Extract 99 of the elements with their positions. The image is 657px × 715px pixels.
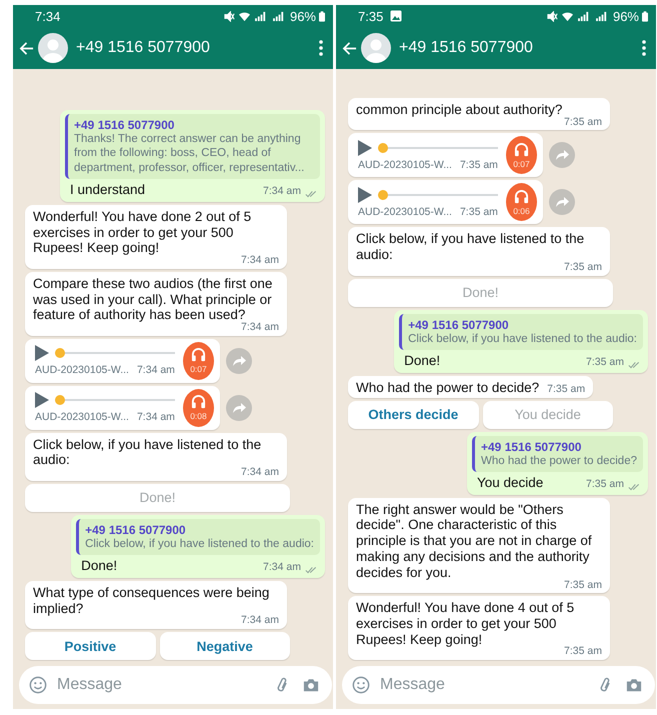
message-text: Wonderful! You have done 4 out of 5 exercises in order to get your 500 Rupees! Keep going! <box>356 600 574 647</box>
message-time: 7:35 am <box>564 580 602 592</box>
audio-duration: 0:07 <box>513 158 530 169</box>
avatar-icon[interactable] <box>361 33 391 63</box>
contact-name[interactable]: +49 1516 5077900 <box>399 39 638 57</box>
forward-button[interactable] <box>226 348 252 374</box>
message-text: Compare these two audios (the first one was used in your call). What principle or feature of authority has been used? <box>33 276 274 322</box>
message-text: The right answer would be "Others decide". One characteristic of this principle is that you are not in charge of making any decisions and the authority decides for you. <box>356 502 593 580</box>
audio-duration: 0:07 <box>190 364 207 374</box>
battery-level: 96% <box>612 8 639 24</box>
message-text: Done! <box>81 558 118 574</box>
play-icon[interactable] <box>358 186 372 203</box>
status-time: 7:35 <box>358 8 384 24</box>
camera-icon[interactable] <box>625 677 643 693</box>
forward-button[interactable] <box>549 142 575 168</box>
audio-duration: 0:08 <box>190 411 207 422</box>
quote-text: Who had the power to decide? <box>481 454 637 468</box>
audio-progress-thumb[interactable] <box>378 190 388 200</box>
reply-button[interactable]: Others decide <box>348 400 478 428</box>
reply-button[interactable]: Negative <box>160 632 290 660</box>
menu-icon[interactable] <box>642 40 646 56</box>
message-text: Click below, if you have listened to the audio: <box>356 231 586 262</box>
status-time: 7:34 <box>35 8 60 24</box>
quote-text: Thanks! The correct answer can be anything from the following: boss, CEO, head of department, professor, officer, representativ... <box>74 132 306 176</box>
emoji-icon[interactable] <box>29 676 47 694</box>
quote-text: Click below, if you have listened to the audio: <box>85 536 314 552</box>
battery-icon <box>319 10 325 22</box>
quoted-message[interactable]: +49 1516 5077900 Who had the power to decide? <box>472 436 643 472</box>
contact-name[interactable]: +49 1516 5077900 <box>76 39 315 57</box>
message-field[interactable]: Message <box>342 666 655 704</box>
emoji-icon[interactable] <box>352 676 370 694</box>
message-text: Done! <box>404 352 442 369</box>
quoted-message[interactable]: +49 1516 5077900 Thanks! The correct answer can be anything from the following: boss, CEO, head of department, professor, officer, representativ... <box>65 114 320 180</box>
message-time: 7:35 am <box>564 646 602 658</box>
audio-filename: AUD-20230105-W... <box>358 158 452 171</box>
wifi-icon <box>560 10 574 22</box>
battery-level: 96% <box>290 8 316 24</box>
audio-progress-thumb[interactable] <box>55 348 65 358</box>
message-time: 7:35 am <box>586 357 624 369</box>
audio-filename: AUD-20230105-W... <box>35 411 129 424</box>
camera-icon[interactable] <box>302 677 320 693</box>
message-time: 7:34 am <box>136 411 175 424</box>
message-time: 7:35 am <box>586 479 624 491</box>
message-text: Who had the power to decide? <box>356 380 540 396</box>
play-icon[interactable] <box>358 140 372 156</box>
play-icon[interactable] <box>35 392 49 408</box>
message-time: 7:34 am <box>263 562 301 574</box>
audio-duration: 0:06 <box>513 206 530 216</box>
audio-filename: AUD-20230105-W... <box>358 206 452 218</box>
headphones-icon <box>190 347 206 362</box>
message-text: What type of consequences were being implied? <box>33 584 270 616</box>
headphones-icon <box>514 142 529 157</box>
message-time: 7:34 am <box>136 364 175 376</box>
forward-button[interactable] <box>549 189 575 216</box>
message-text: Wonderful! You have done 2 out of 5 exercises in order to get your 500 Rupees! Keep going! <box>33 208 252 256</box>
audio-filename: AUD-20230105-W... <box>35 364 129 376</box>
message-time: 7:35 am <box>547 384 586 396</box>
mute-icon <box>224 10 235 22</box>
message-time: 7:35 am <box>460 158 498 171</box>
quote-author: +49 1516 5077900 <box>481 440 582 454</box>
reply-button[interactable]: Positive <box>25 632 156 660</box>
message-text: I understand <box>70 182 146 198</box>
wifi-icon <box>238 10 251 22</box>
double-check-icon <box>628 482 640 491</box>
message-time: 7:35 am <box>564 116 602 128</box>
forward-button[interactable] <box>226 394 252 421</box>
audio-progress-thumb[interactable] <box>55 395 65 406</box>
back-arrow-icon[interactable] <box>342 40 357 56</box>
message-text: common principle about authority? <box>356 102 562 118</box>
headphones-icon <box>190 394 206 410</box>
headphones-icon <box>514 188 529 204</box>
quoted-message[interactable]: +49 1516 5077900 Click below, if you have listened to the audio: <box>399 314 643 350</box>
double-check-icon <box>305 190 317 198</box>
quote-author: +49 1516 5077900 <box>74 118 176 132</box>
mute-icon <box>546 10 558 22</box>
quote-author: +49 1516 5077900 <box>408 318 510 332</box>
message-field[interactable]: Message <box>19 666 332 704</box>
double-check-icon <box>628 360 640 369</box>
battery-icon <box>642 10 648 22</box>
message-time: 7:34 am <box>241 322 279 334</box>
message-time: 7:34 am <box>241 615 279 627</box>
message-time: 7:34 am <box>241 467 279 479</box>
message-text: You decide <box>477 474 544 491</box>
message-time: 7:34 am <box>263 186 301 198</box>
message-time: 7:34 am <box>241 255 279 267</box>
message-text: Click below, if you have listened to the audio: <box>33 436 262 468</box>
quote-author: +49 1516 5077900 <box>85 522 187 537</box>
menu-icon[interactable] <box>319 40 323 56</box>
audio-progress-thumb[interactable] <box>378 142 388 153</box>
back-arrow-icon[interactable] <box>19 40 34 56</box>
message-time: 7:35 am <box>460 206 498 218</box>
quote-text: Click below, if you have listened to the audio: <box>408 332 637 346</box>
message-input[interactable]: Message <box>380 676 587 694</box>
play-icon[interactable] <box>35 345 49 362</box>
avatar-icon[interactable] <box>38 33 68 63</box>
double-check-icon <box>305 566 317 574</box>
message-time: 7:35 am <box>564 262 602 274</box>
quoted-message[interactable]: +49 1516 5077900 Click below, if you have listened to the audio: <box>76 518 320 556</box>
message-input[interactable]: Message <box>57 676 264 694</box>
